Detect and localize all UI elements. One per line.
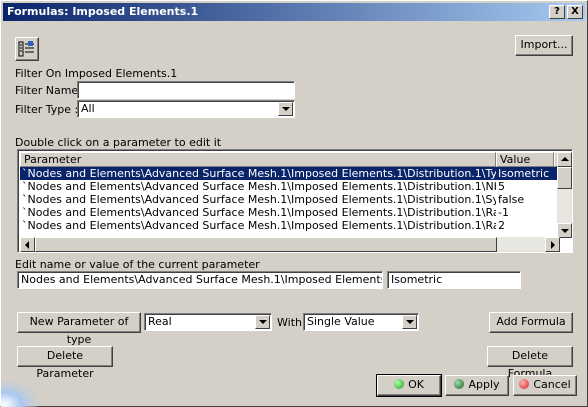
delete-parameter-button[interactable]: Delete Parameter — [17, 346, 113, 380]
import-button[interactable]: Import... — [515, 35, 573, 56]
table-row[interactable]: `Nodes and Elements\Advanced Surface Mes… — [20, 193, 558, 206]
parameter-type-value: Real — [148, 315, 172, 328]
table-row[interactable]: `Nodes and Elements\Advanced Surface Mes… — [20, 206, 558, 219]
delete-formula-button[interactable]: Delete Formula — [487, 346, 573, 380]
parameter-value-cell: -1 — [498, 206, 509, 219]
ok-button[interactable]: OK — [377, 375, 441, 396]
filter-on-label: Filter On Imposed Elements.1 — [15, 67, 178, 80]
parameter-value-cell: Isometric — [498, 167, 550, 180]
formula-filter-icon — [18, 41, 34, 57]
formula-filter-button[interactable] — [15, 37, 39, 61]
parameter-type-select[interactable]: Real — [144, 313, 272, 331]
vertical-scroll-thumb[interactable] — [557, 167, 572, 189]
column-header-parameter[interactable]: Parameter — [20, 152, 496, 167]
params-hint: Double click on a parameter to edit it — [15, 136, 222, 149]
window-title: Formulas: Imposed Elements.1 — [7, 5, 199, 18]
ok-label: OK — [408, 378, 424, 391]
filter-name-label: Filter Name : — [15, 84, 86, 97]
add-formula-button[interactable]: Add Formula — [489, 312, 573, 333]
parameter-name-cell: `Nodes and Elements\Advanced Surface Mes… — [22, 180, 496, 193]
filter-type-value: All — [81, 102, 95, 115]
table-row[interactable]: `Nodes and Elements\Advanced Surface Mes… — [20, 167, 558, 180]
apply-button[interactable]: Apply — [445, 375, 509, 396]
parameter-value-cell: 5 — [498, 180, 505, 193]
scroll-down-icon[interactable] — [557, 223, 572, 238]
horizontal-scroll-thumb[interactable] — [35, 237, 497, 252]
cancel-button[interactable]: Cancel — [513, 375, 577, 396]
value-mode-value: Single Value — [307, 315, 375, 328]
value-mode-select[interactable]: Single Value — [303, 313, 419, 331]
with-label: With — [277, 316, 302, 329]
table-row[interactable]: `Nodes and Elements\Advanced Surface Mes… — [20, 219, 558, 232]
horizontal-scrollbar[interactable] — [20, 237, 560, 252]
scroll-right-icon[interactable] — [545, 237, 560, 252]
vertical-scrollbar[interactable] — [557, 152, 572, 238]
scroll-up-icon[interactable] — [557, 152, 572, 167]
table-row[interactable]: `Nodes and Elements\Advanced Surface Mes… — [20, 180, 558, 193]
compass-logo-icon — [1, 379, 41, 407]
new-parameter-button[interactable]: New Parameter of type — [17, 312, 141, 346]
chevron-down-icon[interactable] — [402, 315, 417, 329]
column-header-value[interactable]: Value — [496, 152, 554, 167]
parameter-value-cell: false — [498, 193, 525, 206]
parameter-value-field[interactable]: Isometric — [387, 271, 521, 289]
filter-name-input[interactable] — [77, 81, 295, 99]
filter-type-select[interactable]: All — [77, 100, 295, 118]
cancel-icon — [519, 379, 530, 389]
formulas-dialog: Formulas: Imposed Elements.1 ? X Import.… — [0, 0, 588, 407]
parameter-name-cell: `Nodes and Elements\Advanced Surface Mes… — [22, 206, 496, 219]
parameter-name-cell: `Nodes and Elements\Advanced Surface Mes… — [22, 193, 496, 206]
close-button[interactable]: X — [567, 5, 583, 19]
apply-label: Apply — [468, 378, 500, 391]
parameter-table[interactable]: Parameter Value F `Nodes and Elements\Ad… — [17, 149, 573, 253]
parameter-value-cell: 2 — [498, 219, 505, 232]
parameter-name-cell: `Nodes and Elements\Advanced Surface Mes… — [22, 219, 496, 232]
parameter-name-field[interactable]: Nodes and Elements\Advanced Surface Mesh… — [17, 271, 383, 289]
chevron-down-icon[interactable] — [255, 315, 270, 329]
cancel-label: Cancel — [533, 378, 571, 391]
filter-type-label: Filter Type : — [15, 103, 79, 116]
chevron-down-icon[interactable] — [278, 102, 293, 116]
help-button[interactable]: ? — [549, 5, 565, 19]
edit-label: Edit name or value of the current parame… — [15, 258, 260, 271]
ok-icon — [394, 379, 405, 389]
parameter-name-cell: `Nodes and Elements\Advanced Surface Mes… — [22, 167, 496, 180]
apply-icon — [454, 379, 465, 389]
scroll-left-icon[interactable] — [20, 237, 35, 252]
table-header: Parameter Value F — [20, 152, 572, 167]
title-bar[interactable]: Formulas: Imposed Elements.1 ? X — [3, 3, 585, 21]
